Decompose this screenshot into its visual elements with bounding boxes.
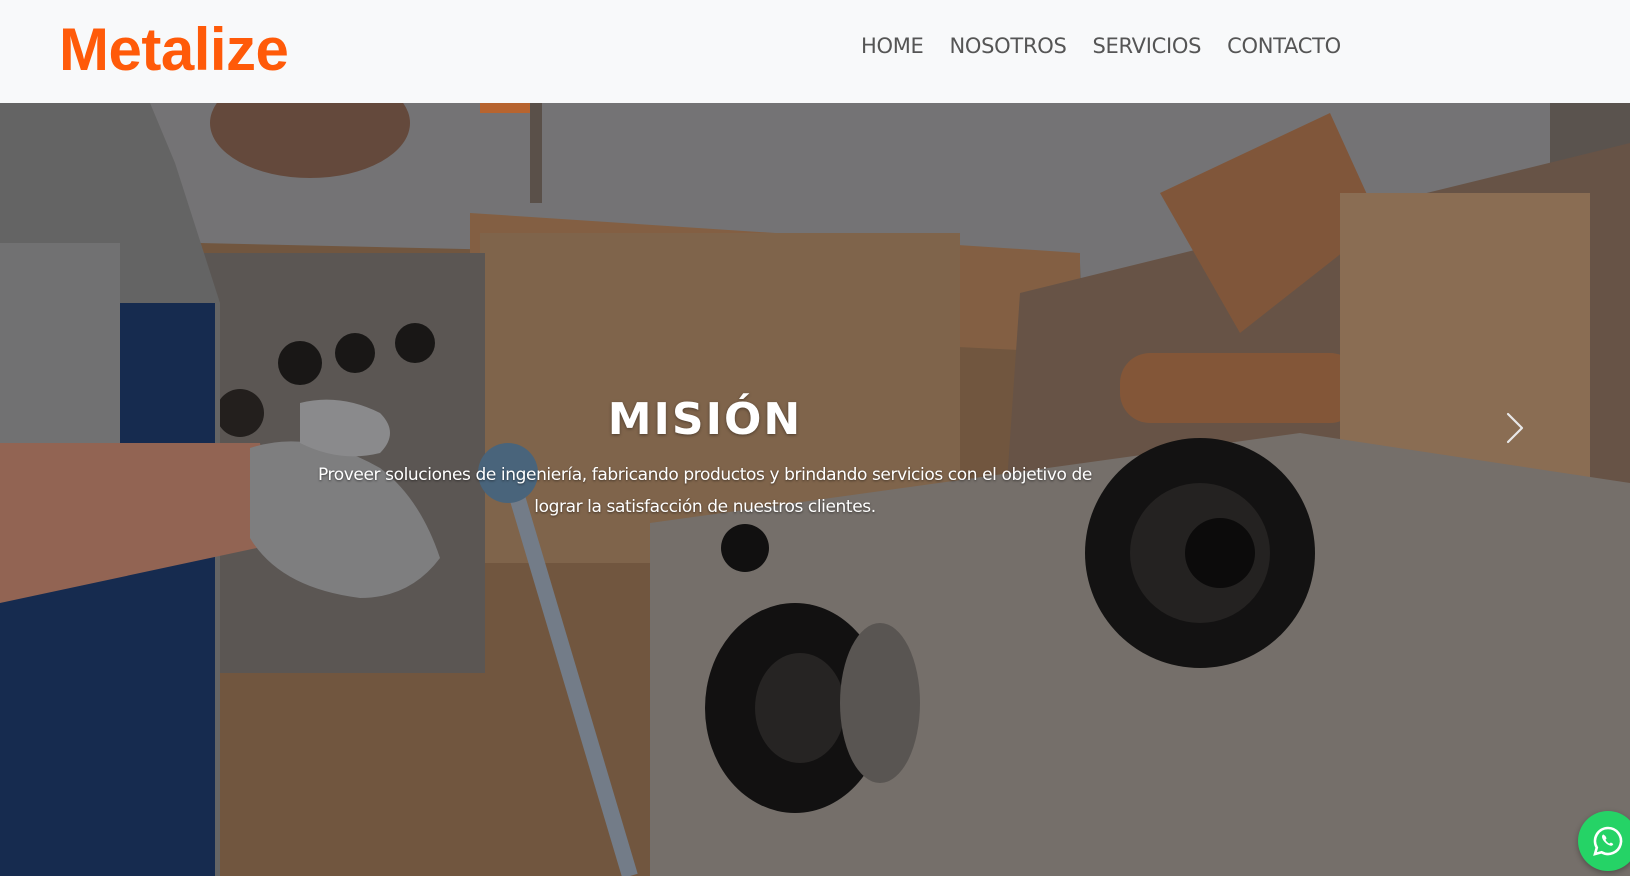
carousel-caption: MISIÓN Proveer soluciones de ingeniería,… (300, 395, 1110, 523)
whatsapp-icon (1593, 826, 1623, 856)
slide-title: MISIÓN (607, 394, 803, 445)
slide-text: Proveer soluciones de ingeniería, fabric… (318, 465, 1092, 517)
nav-menu: HOME NOSOTROS SERVICIOS CONTACTO (851, 30, 1354, 62)
nav-item-contacto[interactable]: CONTACTO (1214, 30, 1354, 62)
navbar: Metalize HOME NOSOTROS SERVICIOS CONTACT… (0, 0, 1630, 103)
nav-item-nosotros[interactable]: NOSOTROS (937, 30, 1080, 62)
nav-item-servicios[interactable]: SERVICIOS (1080, 30, 1215, 62)
hero-carousel: MISIÓN Proveer soluciones de ingeniería,… (0, 103, 1630, 876)
nav-item-home[interactable]: HOME (851, 30, 937, 62)
whatsapp-button[interactable] (1578, 811, 1630, 871)
chevron-right-icon (1506, 412, 1524, 444)
brand-logo[interactable]: Metalize (59, 14, 289, 86)
carousel-next-button[interactable] (1490, 403, 1540, 453)
